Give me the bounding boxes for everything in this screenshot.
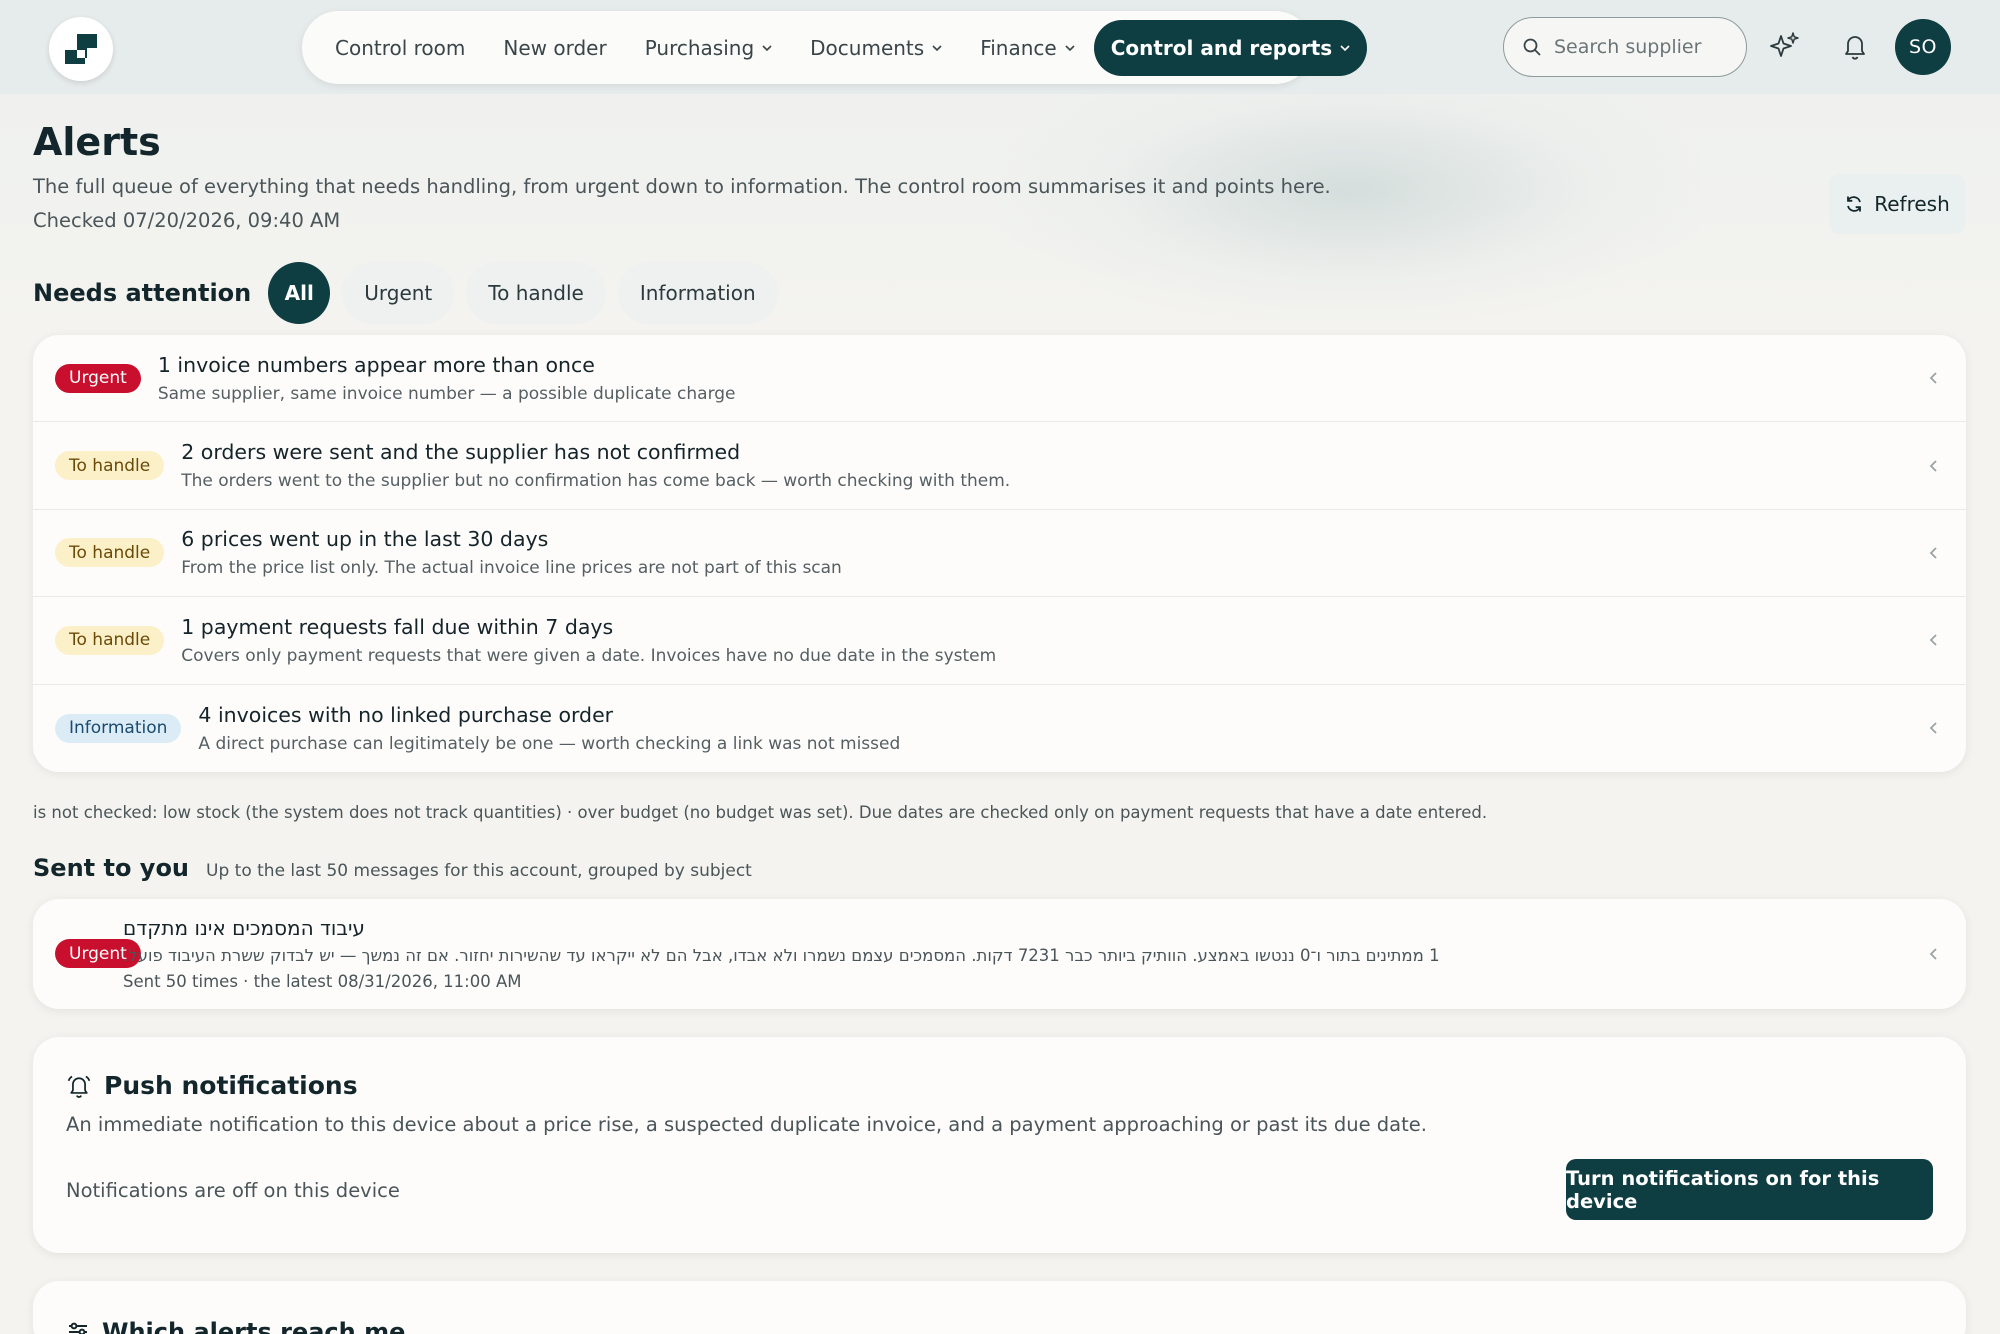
- enable-notifications-button[interactable]: Turn notifications on for this device: [1566, 1159, 1933, 1220]
- chevron-down-icon: [1340, 44, 1350, 51]
- last-checked-timestamp: Checked 07/20/2026, 09:40 AM: [33, 209, 341, 232]
- section-title: Sent to you: [33, 854, 190, 882]
- nav-control-and-reports[interactable]: Control and reports: [1093, 19, 1368, 76]
- alert-subtitle: A direct purchase can legitimately be on…: [198, 733, 901, 754]
- severity-badge: To handle: [55, 451, 165, 481]
- chevron-left-icon: [1929, 372, 1937, 384]
- severity-badge: Urgent: [55, 363, 141, 393]
- alert-row[interactable]: Information 4 invoices with no linked pu…: [33, 685, 1966, 772]
- refresh-button[interactable]: Refresh: [1829, 174, 1965, 234]
- sent-to-you-header: Sent to you Up to the last 50 messages f…: [33, 854, 752, 882]
- severity-badge: To handle: [55, 538, 165, 568]
- app-logo[interactable]: [49, 17, 113, 81]
- chevron-down-icon: [762, 44, 772, 51]
- chevron-left-icon: [1929, 722, 1937, 734]
- notifications-button[interactable]: [1833, 24, 1877, 68]
- alert-title: 1 payment requests fall due within 7 day…: [181, 614, 614, 639]
- bell-icon: [1845, 36, 1865, 60]
- nav-documents[interactable]: Documents: [791, 20, 961, 76]
- alert-subtitle: Covers only payment requests that were g…: [181, 645, 997, 666]
- nav-new-order[interactable]: New order: [484, 20, 625, 76]
- alert-row[interactable]: To handle 1 payment requests fall due wi…: [33, 597, 1966, 685]
- message-body: 1 ממתינים בתור ו־0 ננטשו באמצע. הוותיק ב…: [123, 946, 1440, 965]
- alert-title: 2 orders were sent and the supplier has …: [181, 440, 741, 465]
- ai-assistant-button[interactable]: [1763, 24, 1807, 68]
- search-input[interactable]: [1554, 36, 1724, 58]
- chevron-left-icon: [1929, 459, 1937, 472]
- alert-title: 6 prices went up in the last 30 days: [181, 527, 549, 552]
- filter-chip-to-handle[interactable]: To handle: [466, 262, 606, 324]
- message-meta: Sent 50 times · the latest 08/31/2026, 1…: [123, 972, 522, 991]
- sliders-icon: [69, 1322, 87, 1334]
- filter-chip-urgent[interactable]: Urgent: [342, 262, 455, 324]
- nav-finance[interactable]: Finance: [961, 20, 1094, 76]
- filter-label: Needs attention: [33, 279, 252, 307]
- alert-subtitle: From the price list only. The actual inv…: [181, 558, 842, 579]
- message-title: עיבוד המסמכים אינו מתקדם: [123, 916, 365, 940]
- alert-subtitle: Same supplier, same invoice number — a p…: [157, 383, 736, 404]
- page-title: Alerts: [33, 120, 161, 164]
- refresh-icon: [1847, 196, 1862, 212]
- page-description: The full queue of everything that needs …: [33, 175, 1331, 198]
- alert-title: 4 invoices with no linked purchase order: [198, 702, 614, 727]
- alert-subtitle: The orders went to the supplier but no c…: [181, 471, 1011, 492]
- filter-chip-information[interactable]: Information: [617, 262, 778, 324]
- sparkles-icon: [1770, 32, 1799, 57]
- chevron-left-icon: [1929, 634, 1937, 646]
- alert-row[interactable]: To handle 6 prices went up in the last 3…: [33, 510, 1966, 598]
- alert-preferences-title: Which alerts reach me: [66, 1318, 405, 1334]
- alert-preferences-card: Which alerts reach me: [33, 1281, 1966, 1334]
- push-title: Push notifications: [66, 1071, 358, 1100]
- bell-ring-icon: [67, 1075, 91, 1098]
- unchecked-note: is not checked: low stock (the system do…: [33, 803, 1488, 822]
- top-bar: Control room New order Purchasing Docume…: [0, 0, 2000, 94]
- search-icon: [1523, 38, 1541, 56]
- alerts-list: Urgent 1 invoice numbers appear more tha…: [33, 335, 1966, 772]
- section-subtitle: Up to the last 50 messages for this acco…: [206, 861, 752, 881]
- push-notifications-card: Push notifications An immediate notifica…: [33, 1037, 1966, 1253]
- chevron-down-icon: [932, 44, 942, 51]
- chevron-down-icon: [1065, 44, 1075, 51]
- alert-row[interactable]: To handle 2 orders were sent and the sup…: [33, 422, 1966, 510]
- filter-row: Needs attention All Urgent To handle Inf…: [33, 262, 790, 324]
- severity-badge: Information: [55, 713, 182, 743]
- alert-title: 1 invoice numbers appear more than once: [157, 352, 595, 377]
- push-status: Notifications are off on this device: [66, 1179, 400, 1202]
- nav-control-room[interactable]: Control room: [316, 20, 484, 76]
- alert-row[interactable]: Urgent 1 invoice numbers appear more tha…: [33, 335, 1966, 423]
- chevron-left-icon: [1929, 948, 1937, 960]
- user-avatar[interactable]: SO: [1895, 19, 1951, 75]
- push-description: An immediate notification to this device…: [66, 1113, 1427, 1136]
- filter-chip-all[interactable]: All: [268, 262, 331, 324]
- logo-mark-icon: [65, 34, 97, 64]
- chevron-left-icon: [1929, 547, 1937, 559]
- search-supplier-field[interactable]: [1503, 17, 1747, 77]
- nav-purchasing[interactable]: Purchasing: [626, 20, 791, 76]
- severity-badge: To handle: [55, 625, 165, 655]
- main-nav: Control room New order Purchasing Docume…: [302, 11, 1368, 84]
